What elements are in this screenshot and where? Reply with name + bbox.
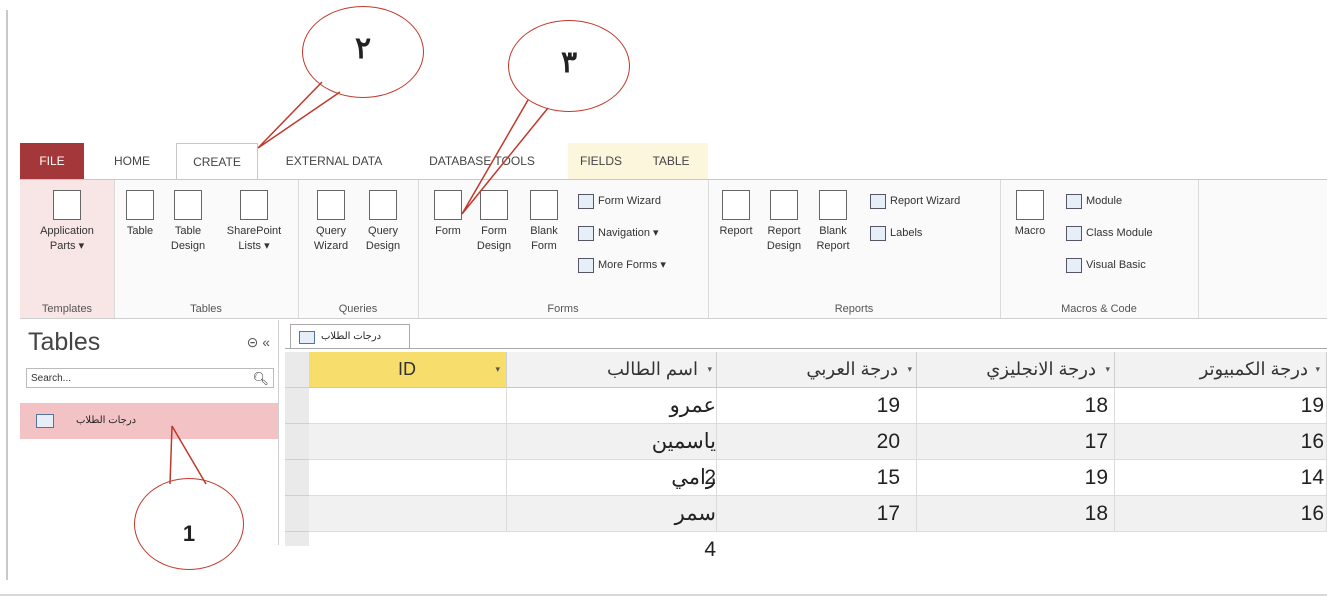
callout-3-number: ٣ (560, 46, 578, 79)
bottom-border (0, 594, 1327, 596)
callout-1: 1 (134, 478, 244, 570)
callout-pointer-create (257, 81, 341, 149)
callout-2-number: ٢ (354, 32, 372, 65)
callout-pointer-table (169, 425, 207, 485)
callout-3: ٣ (508, 20, 630, 112)
callout-1-number: 1 (182, 521, 196, 546)
callout-2: ٢ (302, 6, 424, 98)
callout-pointer-form (461, 99, 549, 215)
